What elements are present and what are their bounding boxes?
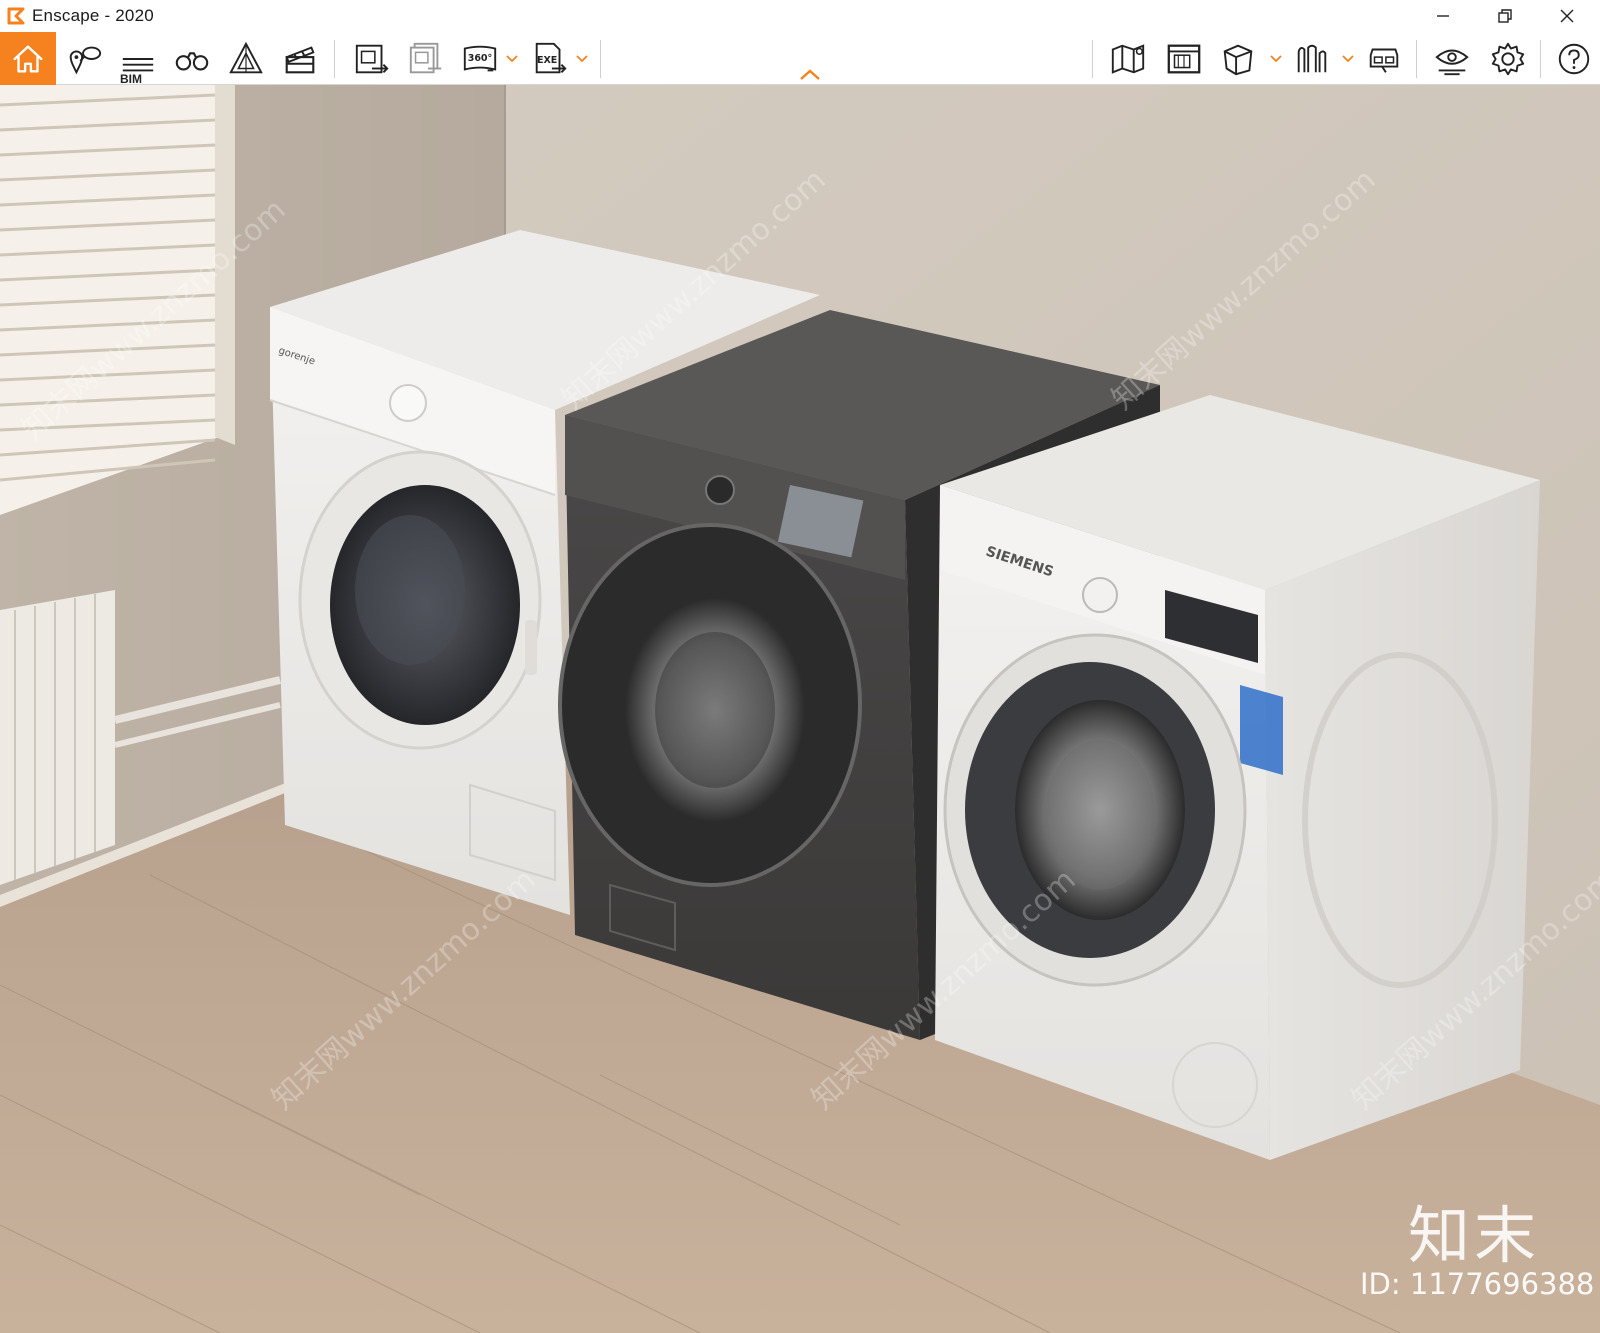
asset-library-icon <box>1297 44 1327 72</box>
close-icon <box>1560 9 1574 23</box>
chevron-down-icon <box>1270 54 1282 62</box>
toolbar-separator <box>1540 40 1541 78</box>
batch-render-icon <box>409 42 442 73</box>
clapperboard-icon <box>285 45 315 73</box>
close-button[interactable] <box>1536 0 1598 32</box>
export-exe-icon: EXE <box>535 42 567 73</box>
vr-headset-icon <box>1369 48 1399 73</box>
help-button[interactable] <box>1548 32 1600 85</box>
chevron-down-icon <box>576 54 588 62</box>
toolbar-separator <box>1092 40 1093 78</box>
export-dropdown[interactable] <box>574 32 590 85</box>
panorama-360-icon: 360° <box>463 45 497 71</box>
restore-button[interactable] <box>1474 0 1536 32</box>
views-dropdown[interactable] <box>1268 32 1284 85</box>
gear-icon <box>1491 42 1525 75</box>
render-window-icon <box>1167 44 1201 73</box>
binoculars-icon <box>175 51 209 70</box>
window-title: Enscape - 2020 <box>32 6 154 25</box>
toolbar-separator <box>334 40 335 78</box>
settings-button[interactable] <box>1482 32 1534 85</box>
watermark-id: ID: 1177696388 <box>1360 1267 1595 1301</box>
home-button[interactable] <box>0 32 56 85</box>
restore-icon <box>1498 9 1512 23</box>
panorama-label: 360° <box>468 52 493 63</box>
atmosphere-button[interactable] <box>220 32 272 85</box>
watermark-logo: 知末 <box>1408 1199 1541 1272</box>
render-window-button[interactable] <box>1158 32 1210 85</box>
minimize-button[interactable] <box>1412 0 1474 32</box>
vr-headset-button[interactable] <box>1358 32 1410 85</box>
toolbar-separator <box>1416 40 1417 78</box>
asset-library-dropdown[interactable] <box>1340 32 1356 85</box>
main-toolbar: BIM 360° EXE <box>0 32 1600 86</box>
asset-library-button[interactable] <box>1286 32 1338 85</box>
collapse-toolbar-button[interactable] <box>798 66 822 84</box>
export-exe-label: EXE <box>537 54 557 65</box>
eye-icon <box>1435 49 1469 75</box>
help-icon <box>1558 43 1590 74</box>
views-button[interactable] <box>1212 32 1264 85</box>
map-icon <box>1111 43 1145 74</box>
render-image-button[interactable] <box>346 32 398 85</box>
panorama-button[interactable]: 360° <box>454 32 506 85</box>
toolbar-separator <box>600 40 601 78</box>
scene-render: gorenje SIEMENS <box>0 85 1600 1333</box>
binoculars-button[interactable] <box>166 32 218 85</box>
minimize-icon <box>1437 15 1449 17</box>
location-pin-button[interactable] <box>58 32 110 85</box>
enscape-logo-icon <box>7 7 25 25</box>
chevron-down-icon <box>1342 54 1354 62</box>
video-editor-button[interactable] <box>274 32 326 85</box>
panorama-dropdown[interactable] <box>504 32 520 85</box>
render-viewport[interactable]: gorenje SIEMENS 知末网www.znzmo.com 知末网www.… <box>0 85 1600 1333</box>
title-bar: Enscape - 2020 <box>0 0 1600 32</box>
chevron-up-icon <box>800 69 820 80</box>
bim-label: BIM <box>120 72 142 86</box>
home-icon <box>13 44 43 73</box>
warning-triangle-icon <box>229 41 263 73</box>
visual-settings-button[interactable] <box>1426 32 1478 85</box>
batch-render-button[interactable] <box>400 32 452 85</box>
map-button[interactable] <box>1102 32 1154 85</box>
location-pin-icon <box>69 46 102 74</box>
chevron-down-icon <box>506 54 518 62</box>
render-image-icon <box>355 44 389 73</box>
cube-icon <box>1223 44 1253 75</box>
export-exe-button[interactable]: EXE <box>524 32 576 85</box>
